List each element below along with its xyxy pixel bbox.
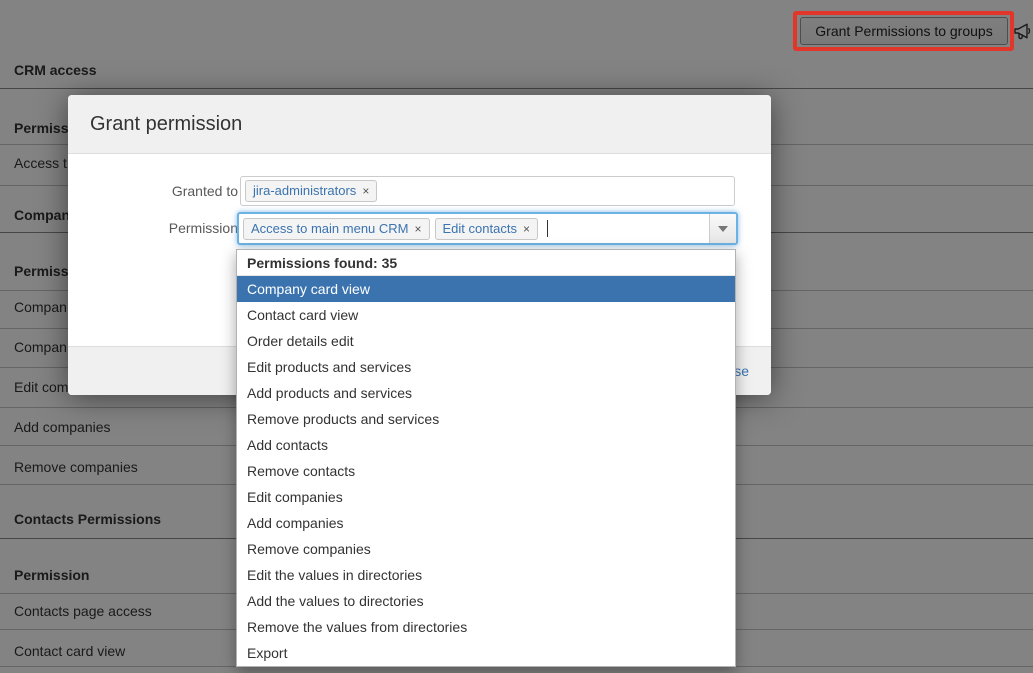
dropdown-item[interactable]: Remove companies <box>237 536 735 562</box>
dropdown-item[interactable]: Add companies <box>237 510 735 536</box>
dropdown-item[interactable]: Contact card view <box>237 302 735 328</box>
tag-label: Edit contacts <box>443 221 517 237</box>
granted-to-input[interactable]: jira-administrators × <box>240 176 735 206</box>
dropdown-item[interactable]: Edit products and services <box>237 354 735 380</box>
dropdown-item[interactable]: Remove contacts <box>237 458 735 484</box>
permission-input[interactable]: Access to main menu CRM × Edit contacts … <box>237 212 738 245</box>
dropdown-item[interactable]: Edit the values in directories <box>237 562 735 588</box>
dropdown-item[interactable]: Add the values to directories <box>237 588 735 614</box>
tag-remove-icon[interactable]: × <box>523 223 530 235</box>
permission-label: Permission <box>88 219 238 237</box>
tag-remove-icon[interactable]: × <box>362 185 369 197</box>
tag-remove-icon[interactable]: × <box>415 223 422 235</box>
dropdown-item-selected[interactable]: Company card view <box>237 276 735 302</box>
permission-tag: Access to main menu CRM × <box>243 218 430 240</box>
chevron-down-icon <box>718 226 728 232</box>
granted-to-tag: jira-administrators × <box>245 180 377 202</box>
granted-to-label: Granted to <box>88 182 238 200</box>
dropdown-item[interactable]: Edit companies <box>237 484 735 510</box>
permission-tag: Edit contacts × <box>435 218 538 240</box>
dropdown-toggle-button[interactable] <box>709 214 736 243</box>
dropdown-results-count: Permissions found: 35 <box>237 250 735 276</box>
dialog-title: Grant permission <box>90 113 242 136</box>
dialog-header: Grant permission <box>68 95 771 154</box>
dropdown-item[interactable]: Export <box>237 640 735 666</box>
screen: Grant Permissions to groups CRM access P… <box>0 0 1033 673</box>
tag-label: jira-administrators <box>253 183 356 199</box>
dropdown-item[interactable]: Remove the values from directories <box>237 614 735 640</box>
permission-suggestions-dropdown: Permissions found: 35 Company card view … <box>236 249 736 667</box>
dropdown-item[interactable]: Remove products and services <box>237 406 735 432</box>
dropdown-item[interactable]: Order details edit <box>237 328 735 354</box>
text-cursor <box>547 220 548 237</box>
tag-label: Access to main menu CRM <box>251 221 409 237</box>
dropdown-item[interactable]: Add contacts <box>237 432 735 458</box>
dropdown-item[interactable]: Add products and services <box>237 380 735 406</box>
